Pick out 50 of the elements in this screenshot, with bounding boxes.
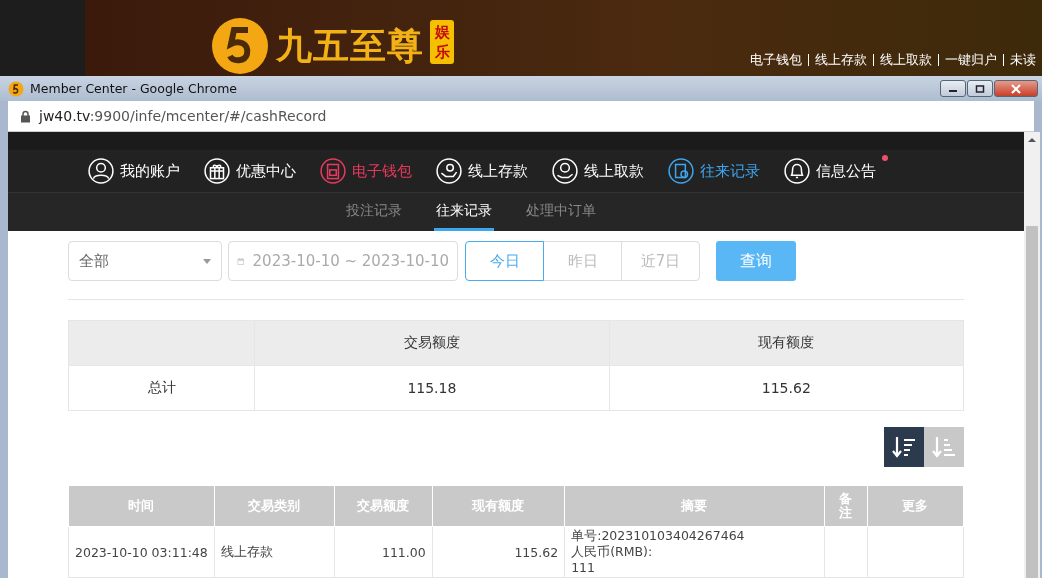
table-cell: 2023-10-10 03:11:48	[68, 526, 215, 578]
site-link[interactable]: 一键归户	[938, 54, 1003, 66]
sub-tab[interactable]: 处理中订单	[524, 193, 598, 231]
table-cell: 115.62	[609, 365, 964, 411]
table-cell: 115.18	[254, 365, 610, 411]
app-icon	[8, 80, 24, 97]
lock-icon	[20, 109, 31, 123]
gift-icon	[204, 158, 230, 184]
sub-tab[interactable]: 投注记录	[344, 193, 404, 231]
site-link[interactable]: 电子钱包	[744, 54, 808, 66]
logo-icon	[210, 16, 270, 76]
nav-item[interactable]: 信息公告	[784, 158, 876, 184]
column-header: 现有额度	[609, 320, 964, 366]
scrollbar[interactable]	[1024, 132, 1040, 578]
site-link[interactable]: 线上存款	[808, 54, 873, 66]
logo-text: 九五至尊	[276, 23, 424, 68]
minimize-button[interactable]	[940, 80, 966, 97]
logo-badge: 娱乐	[430, 20, 454, 64]
nav-item[interactable]: 往来记录	[668, 158, 760, 184]
table-cell: 总计	[68, 365, 255, 411]
table-cell: 115.62	[432, 526, 565, 578]
bell-icon	[784, 158, 810, 184]
site-link[interactable]: 线上取款	[873, 54, 938, 66]
close-button[interactable]	[994, 80, 1038, 97]
maximize-icon	[975, 84, 985, 93]
nav-item[interactable]: 线上存款	[436, 158, 528, 184]
sort-icon	[931, 435, 957, 459]
summary-line: 单号:202310103404267464	[571, 528, 746, 544]
sub-tab[interactable]: 往来记录	[434, 193, 494, 231]
wallet-icon	[320, 158, 346, 184]
maximize-button[interactable]	[967, 80, 993, 97]
caret-icon	[203, 258, 211, 264]
summary-line: 111	[571, 560, 597, 576]
nav-item[interactable]: 我的账户	[88, 158, 180, 184]
column-header: 交易额度	[254, 320, 610, 366]
summary-line: 人民币(RMB):	[571, 544, 654, 560]
sort-descending-button[interactable]	[884, 427, 924, 467]
url-text[interactable]: jw40.tv:9900/infe/mcenter/#/cashRecord	[39, 108, 327, 124]
site-link[interactable]: 未读	[1003, 54, 1042, 66]
nav-item[interactable]: 线上取款	[552, 158, 644, 184]
nav-item[interactable]: 电子钱包	[320, 158, 412, 184]
window-title: Member Center - Google Chrome	[30, 81, 238, 96]
type-select[interactable]: 全部	[68, 241, 222, 281]
nav-item[interactable]: 优惠中心	[204, 158, 296, 184]
person-icon	[88, 158, 114, 184]
document-icon	[668, 158, 694, 184]
close-icon	[1010, 83, 1022, 94]
table-cell: 线上存款	[214, 526, 335, 578]
sort-icon	[891, 435, 917, 459]
table-cell: 111.00	[334, 526, 433, 578]
